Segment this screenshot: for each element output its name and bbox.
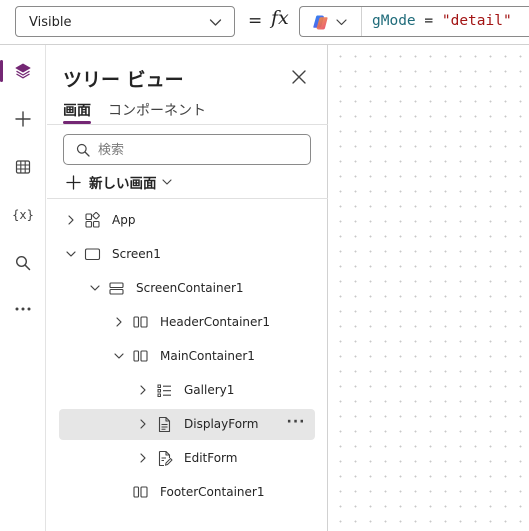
- tree-search: [63, 134, 311, 165]
- fx-icon[interactable]: fx: [271, 7, 289, 29]
- property-dropdown-value: Visible: [29, 15, 72, 30]
- layers-icon: [15, 63, 31, 79]
- equals-sign: =: [248, 11, 263, 31]
- edit-form-icon: [158, 450, 173, 467]
- tree-node-displayform[interactable]: DisplayForm ···: [59, 409, 315, 440]
- formula-string: "detail": [441, 13, 512, 29]
- chevron-right-icon[interactable]: [65, 214, 77, 226]
- horizontal-container-icon: [133, 350, 148, 362]
- more-options-icon[interactable]: ···: [285, 415, 307, 433]
- tree-node-maincontainer1[interactable]: MainContainer1: [59, 341, 315, 372]
- new-screen-button[interactable]: 新しい画面: [66, 171, 172, 193]
- chevron-down-icon: [209, 19, 222, 26]
- tree-node-footercontainer1[interactable]: FooterContainer1: [59, 477, 315, 508]
- app-icon: [85, 212, 100, 228]
- table-icon: [15, 160, 31, 174]
- more-icon: [15, 307, 31, 311]
- formula-input[interactable]: gMode = "detail": [299, 6, 529, 37]
- variables-icon: {x}: [12, 208, 34, 222]
- panel-divider: [47, 198, 328, 199]
- tree-node-gallery1[interactable]: Gallery1: [59, 375, 315, 406]
- chevron-down-icon[interactable]: [336, 18, 347, 27]
- tree-node-label: Gallery1: [184, 383, 235, 397]
- horizontal-container-icon: [133, 316, 148, 328]
- left-rail: {x}: [0, 45, 46, 531]
- tree-node-label: MainContainer1: [160, 349, 255, 363]
- property-dropdown[interactable]: Visible: [15, 6, 235, 37]
- chevron-right-icon[interactable]: [137, 452, 149, 464]
- formula-bar: Visible = fx gMode = "detail": [0, 0, 529, 45]
- search-icon: [15, 255, 31, 271]
- formula-text[interactable]: gMode = "detail": [372, 13, 512, 29]
- tree-node-label: App: [112, 213, 136, 227]
- more-rail-button[interactable]: [0, 289, 46, 329]
- tab-screens[interactable]: 画面: [63, 100, 91, 120]
- horizontal-container-icon: [133, 486, 148, 498]
- formula-divider: [361, 7, 362, 36]
- tab-divider: [47, 124, 328, 125]
- vertical-container-icon: [109, 282, 124, 295]
- variables-rail-button[interactable]: {x}: [0, 195, 46, 235]
- copilot-icon[interactable]: [312, 14, 329, 31]
- gallery-icon: [157, 384, 171, 397]
- tree-node-editform[interactable]: EditForm: [59, 443, 315, 474]
- formula-variable: gMode: [372, 13, 416, 29]
- new-screen-label: 新しい画面: [89, 176, 157, 192]
- tree-node-label: Screen1: [112, 247, 161, 261]
- search-input[interactable]: [98, 140, 303, 160]
- chevron-right-icon[interactable]: [113, 316, 125, 328]
- chevron-down-icon[interactable]: [89, 282, 101, 294]
- tab-components[interactable]: コンポーネント: [108, 100, 206, 120]
- plus-icon: [66, 174, 81, 190]
- formula-operator: =: [415, 13, 442, 29]
- tree-node-label: HeaderContainer1: [160, 315, 270, 329]
- screen-icon: [84, 248, 101, 261]
- tree-node-app[interactable]: App: [59, 205, 315, 236]
- tree-node-headercontainer1[interactable]: HeaderContainer1: [59, 307, 315, 338]
- tree-node-screencontainer1[interactable]: ScreenContainer1: [59, 273, 315, 304]
- chevron-right-icon[interactable]: [137, 418, 149, 430]
- insert-rail-button[interactable]: [0, 99, 46, 139]
- chevron-right-icon[interactable]: [137, 384, 149, 396]
- panel-title: ツリー ビュー: [63, 69, 184, 91]
- tree-node-label: EditForm: [184, 451, 238, 465]
- search-rail-button[interactable]: [0, 243, 46, 283]
- tree-view-rail-button[interactable]: [0, 51, 46, 91]
- tree-node-label: DisplayForm: [184, 417, 259, 431]
- display-form-icon: [158, 416, 171, 433]
- tree-node-label: FooterContainer1: [160, 485, 265, 499]
- close-icon[interactable]: [290, 68, 308, 86]
- tree-node-label: ScreenContainer1: [136, 281, 244, 295]
- data-rail-button[interactable]: [0, 147, 46, 187]
- design-canvas[interactable]: [329, 46, 529, 531]
- tree-view-panel: ツリー ビュー 画面 コンポーネント 新しい画面 App: [47, 45, 328, 531]
- plus-icon: [15, 111, 31, 127]
- search-icon: [76, 143, 90, 157]
- chevron-down-icon[interactable]: [65, 248, 77, 260]
- chevron-down-icon[interactable]: [113, 350, 125, 362]
- tree-node-screen1[interactable]: Screen1: [59, 239, 315, 270]
- chevron-down-icon: [161, 179, 172, 185]
